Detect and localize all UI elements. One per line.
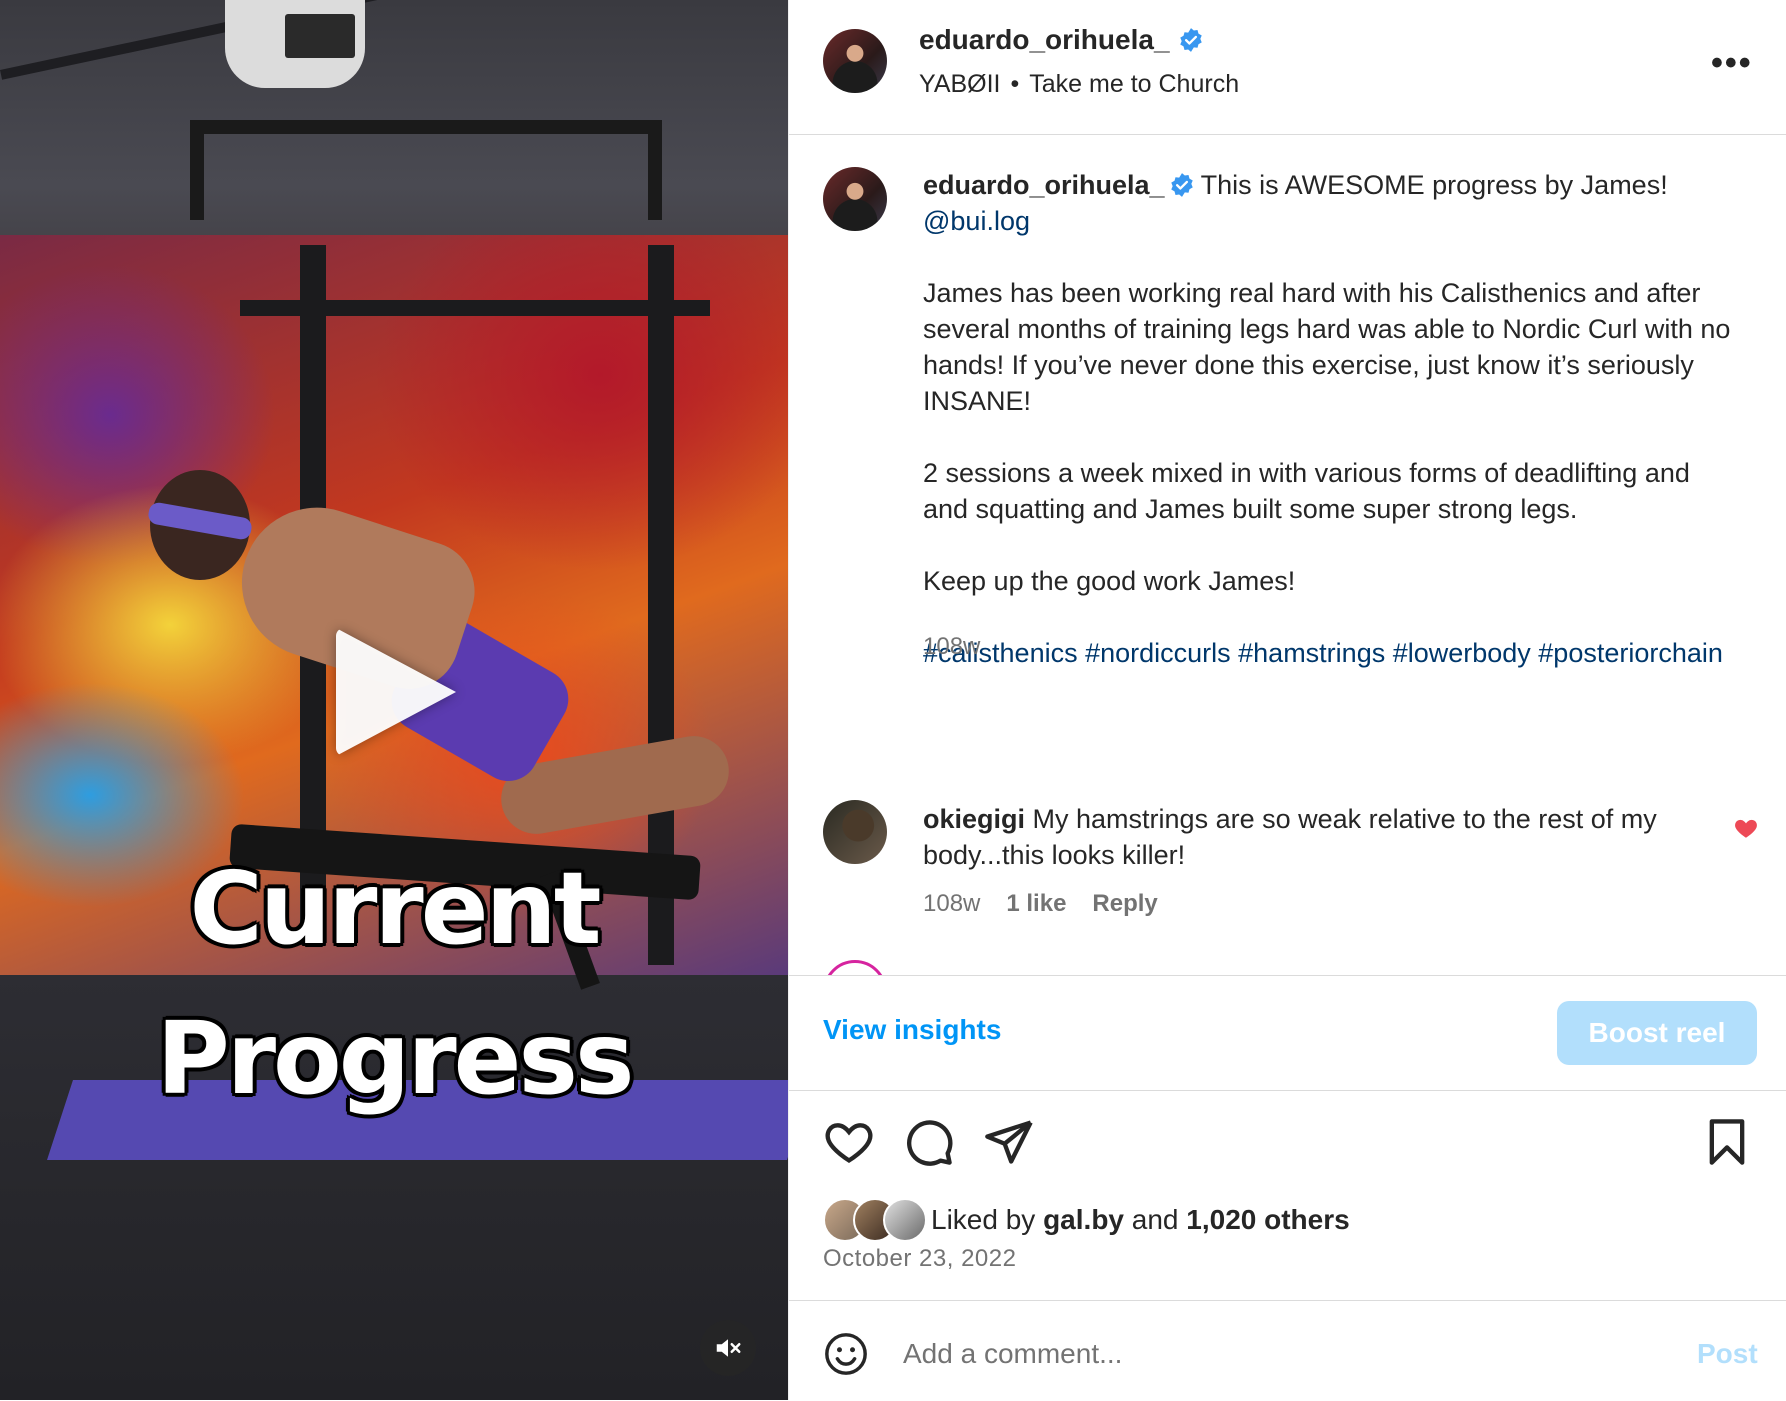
share-icon[interactable] [983,1116,1035,1168]
liker-avatar [883,1198,927,1242]
comments-scroll-area[interactable]: eduardo_orihuela_ This is AWESOME progres… [789,135,1786,975]
post-comment-button[interactable]: Post [1697,1338,1758,1370]
caption-author-avatar[interactable] [823,167,887,231]
pullup-bar-post-right [648,120,662,220]
post-actions-bar [789,1110,1786,1180]
verified-badge-icon [1170,173,1193,197]
insights-bar: View insights Boost reel [789,975,1786,1091]
instagram-reel-page: Current Progress eduardo_orihuela_ YABØI… [0,0,1786,1400]
caption-paragraph-2: 2 sessions a week mixed in with various … [923,458,1690,524]
audio-track[interactable]: Take me to Church [1029,70,1239,98]
author-username[interactable]: eduardo_orihuela_ [919,24,1170,56]
comment-timestamp[interactable]: 108w [923,890,980,918]
author-username-row: eduardo_orihuela_ [919,24,1204,56]
view-insights-link[interactable]: View insights [823,1014,1001,1046]
liked-by-others[interactable]: 1,020 others [1186,1204,1349,1236]
commenter-username[interactable]: okiegigi [923,804,1025,834]
audio-info[interactable]: YABØII • Take me to Church [919,70,1239,99]
reel-video[interactable]: Current Progress [0,0,788,1400]
audio-artist[interactable]: YABØII [919,70,1001,98]
bookmark-icon[interactable] [1701,1116,1753,1168]
post-header: eduardo_orihuela_ YABØII • Take me to Chur… [789,0,1786,135]
commenter-avatar[interactable] [823,800,887,864]
liker-avatars[interactable] [823,1198,927,1242]
likes-summary: Liked by gal.by and 1,020 others [823,1198,1350,1242]
pullup-bar [190,120,660,134]
liked-by-prefix: Liked by [931,1204,1036,1235]
pullup-bar-post-left [190,120,204,220]
mention-link[interactable]: @bui.log [923,206,1030,236]
caption-paragraph-3: Keep up the good work James! [923,566,1296,596]
post-details-panel: eduardo_orihuela_ YABØII • Take me to Chur… [788,0,1786,1400]
heart-icon[interactable] [823,1116,875,1168]
more-options-icon[interactable]: ••• [1711,46,1753,80]
comment-reply-button[interactable]: Reply [1092,890,1157,918]
comment-meta: 108w 1 like Reply [923,890,1158,918]
play-icon[interactable] [336,628,456,756]
video-overlay-text-line2: Progress [156,1000,634,1117]
author-avatar[interactable] [823,29,887,93]
boost-reel-button[interactable]: Boost reel [1557,1001,1757,1065]
caption-hashtags[interactable]: #calisthenics #nordiccurls #hamstrings #… [923,635,1733,671]
comment-liked-heart-icon[interactable] [1733,815,1759,841]
comment-like-count[interactable]: 1 like [1006,890,1066,918]
emoji-icon[interactable] [823,1331,869,1377]
add-comment-input[interactable] [901,1331,1605,1377]
caption-paragraph-1: James has been working real hard with hi… [923,278,1731,416]
garage-opener-label [285,14,355,58]
audio-separator: • [1010,70,1020,98]
liked-by-first-user[interactable]: gal.by [1043,1204,1124,1236]
verified-badge-icon [1179,28,1202,52]
garage-rail [0,0,773,80]
comment-icon[interactable] [903,1116,955,1168]
post-caption: eduardo_orihuela_ This is AWESOME progres… [923,167,1733,671]
speaker-muted-icon [716,1339,741,1357]
comment-text: My hamstrings are so weak relative to th… [923,804,1657,870]
rack-crossbar [240,300,710,316]
post-date[interactable]: October 23, 2022 [823,1245,1016,1273]
liked-by-conjunction: and [1131,1204,1179,1235]
next-commenter-avatar[interactable] [823,960,887,975]
comment-item: okiegigi My hamstrings are so weak relat… [923,801,1683,873]
video-overlay-text-line1: Current [189,850,601,967]
caption-username[interactable]: eduardo_orihuela_ [923,170,1165,200]
add-comment-bar: Post [789,1300,1786,1401]
caption-timestamp[interactable]: 108w [923,633,980,661]
garage-opener [225,0,365,88]
mute-toggle-button[interactable] [700,1320,756,1376]
caption-intro: This is AWESOME progress by James! [1200,170,1668,200]
